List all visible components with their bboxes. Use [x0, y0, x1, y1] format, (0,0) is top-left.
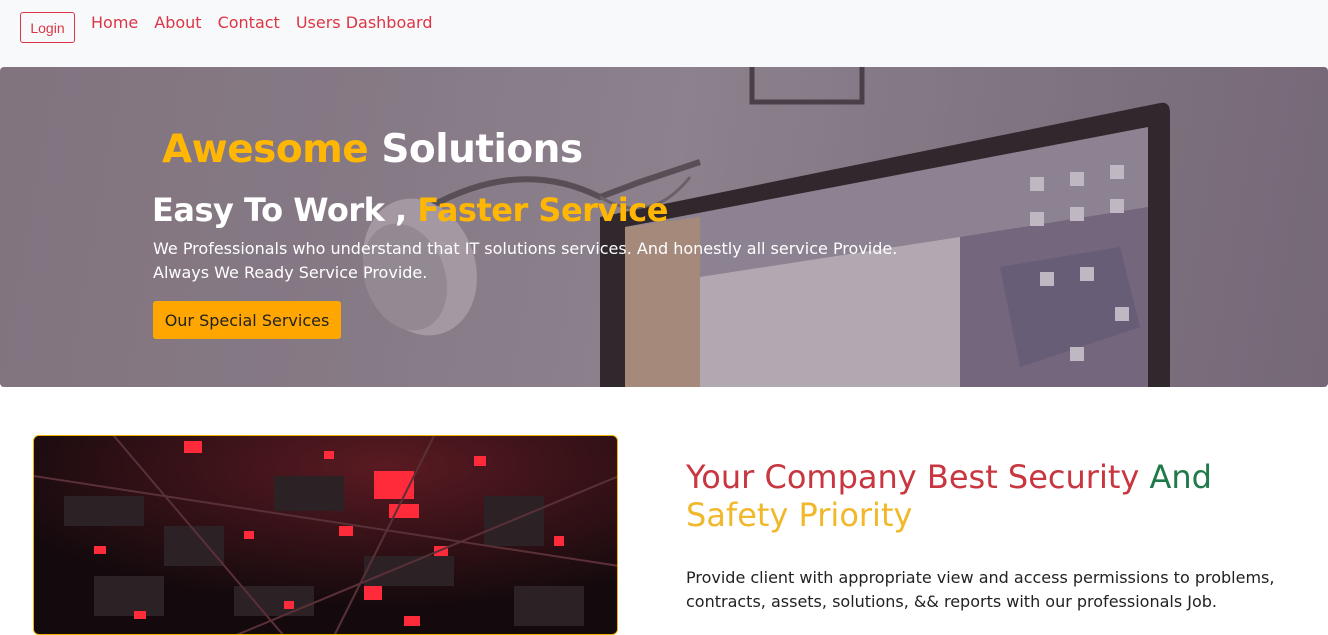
- hero-description-line-1: We Professionals who understand that IT …: [153, 239, 898, 258]
- hero-description-line-2: Always We Ready Service Provide.: [153, 263, 428, 282]
- nav-link-home[interactable]: Home: [91, 13, 138, 33]
- hero-title-highlight: Awesome: [162, 127, 369, 172]
- login-button[interactable]: Login: [20, 12, 75, 43]
- section-description: Provide client with appropriate view and…: [686, 568, 1275, 611]
- section-heading-part-2: And: [1149, 458, 1212, 496]
- nav-link-about[interactable]: About: [154, 13, 201, 33]
- nav-link-contact[interactable]: Contact: [218, 13, 280, 33]
- hero-title: Awesome Solutions: [162, 127, 583, 172]
- navbar: Login Home About Contact Users Dashboard: [0, 0, 1328, 67]
- hero-banner: Awesome Solutions Easy To Work , Faster …: [0, 67, 1328, 387]
- section-heading-part-3: Safety Priority: [686, 496, 913, 534]
- hero-subtitle: Easy To Work , Faster Service: [152, 191, 668, 229]
- hero-title-text: Solutions: [381, 127, 583, 172]
- section-heading-part-1: Your Company Best Security: [686, 458, 1140, 496]
- special-services-button[interactable]: Our Special Services: [153, 301, 341, 339]
- hero-subtitle-highlight: Faster Service: [417, 191, 668, 229]
- section-heading: Your Company Best Security And Safety Pr…: [686, 458, 1286, 534]
- nav-links: Home About Contact Users Dashboard: [91, 13, 449, 33]
- nav-link-users-dashboard[interactable]: Users Dashboard: [296, 13, 433, 33]
- hero-description: We Professionals who understand that IT …: [153, 237, 913, 285]
- security-image: [33, 435, 618, 635]
- circuit-board-illustration: [34, 436, 617, 634]
- hero-subtitle-text: Easy To Work ,: [152, 191, 407, 229]
